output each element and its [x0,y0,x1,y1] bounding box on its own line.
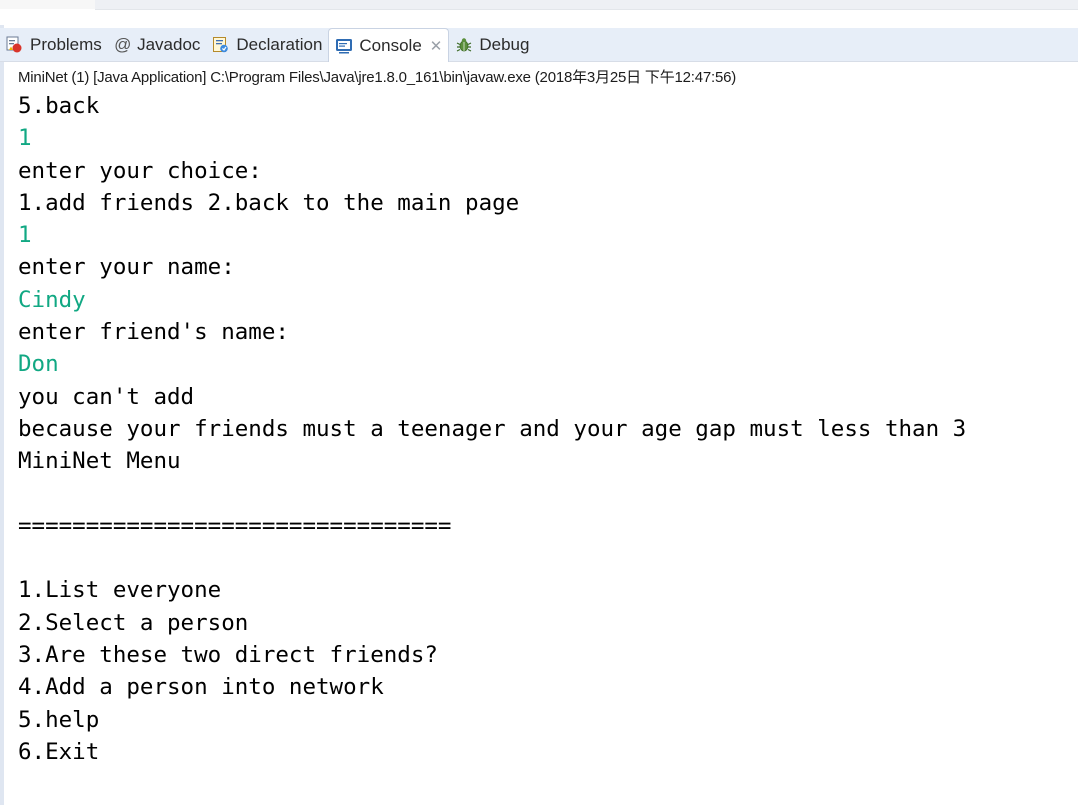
tab-debug[interactable]: Debug [449,28,535,61]
problems-icon [6,36,24,54]
console-output-line: 3.Are these two direct friends? [18,642,438,669]
console-output-line: 4.Add a person into network [18,674,384,701]
tab-problems[interactable]: Problems [0,28,108,61]
console-output-line: 5.help [18,706,100,733]
console-input-line: Don [18,351,59,378]
console-output-line: 6.Exit [18,738,100,765]
tab-declaration[interactable]: Declaration [206,28,328,61]
console-output-line: 2.Select a person [18,609,249,636]
console-icon [335,37,353,55]
tab-debug-label: Debug [479,34,530,54]
tab-problems-label: Problems [30,34,102,54]
debug-icon [455,36,473,54]
console-output-line: enter your choice: [18,157,262,184]
console-output-line: MiniNet Menu [18,448,181,475]
top-editor-strip [0,0,1078,20]
console-input-line: 1 [18,125,32,152]
console-output-line: you can't add [18,383,195,410]
console-output-line: 5.back [18,93,100,119]
console-input-line: 1 [18,222,32,249]
console-input-line: Cindy [18,286,86,313]
tab-console-label: Console [359,35,422,55]
console-output-line: ================================ [18,512,452,539]
editor-stub [0,0,95,9]
at-icon: @ [113,34,132,54]
console-output-line: 1.add friends 2.back to the main page [18,189,520,216]
view-left-border [0,25,4,805]
console-output-line: 1.List everyone [18,577,222,604]
console-output[interactable]: 5.back 1 enter your choice: 1.add friends 2… [18,90,1068,768]
tab-javadoc[interactable]: @ Javadoc [108,28,207,61]
tab-console[interactable]: Console ✕ [328,28,450,62]
console-output-line: enter friend's name: [18,319,289,346]
close-icon[interactable]: ✕ [430,37,443,55]
declaration-icon [212,36,230,54]
console-process-header: MiniNet (1) [Java Application] C:\Progra… [18,69,737,86]
view-tab-bar: Problems @ Javadoc Declaration Console ✕… [0,28,1078,62]
tab-declaration-label: Declaration [236,34,323,54]
console-output-line: enter your name: [18,254,235,281]
editor-scroll-area [95,0,1078,10]
tab-javadoc-label: Javadoc [137,34,201,54]
console-output-line: because your friends must a teenager and… [18,415,967,442]
